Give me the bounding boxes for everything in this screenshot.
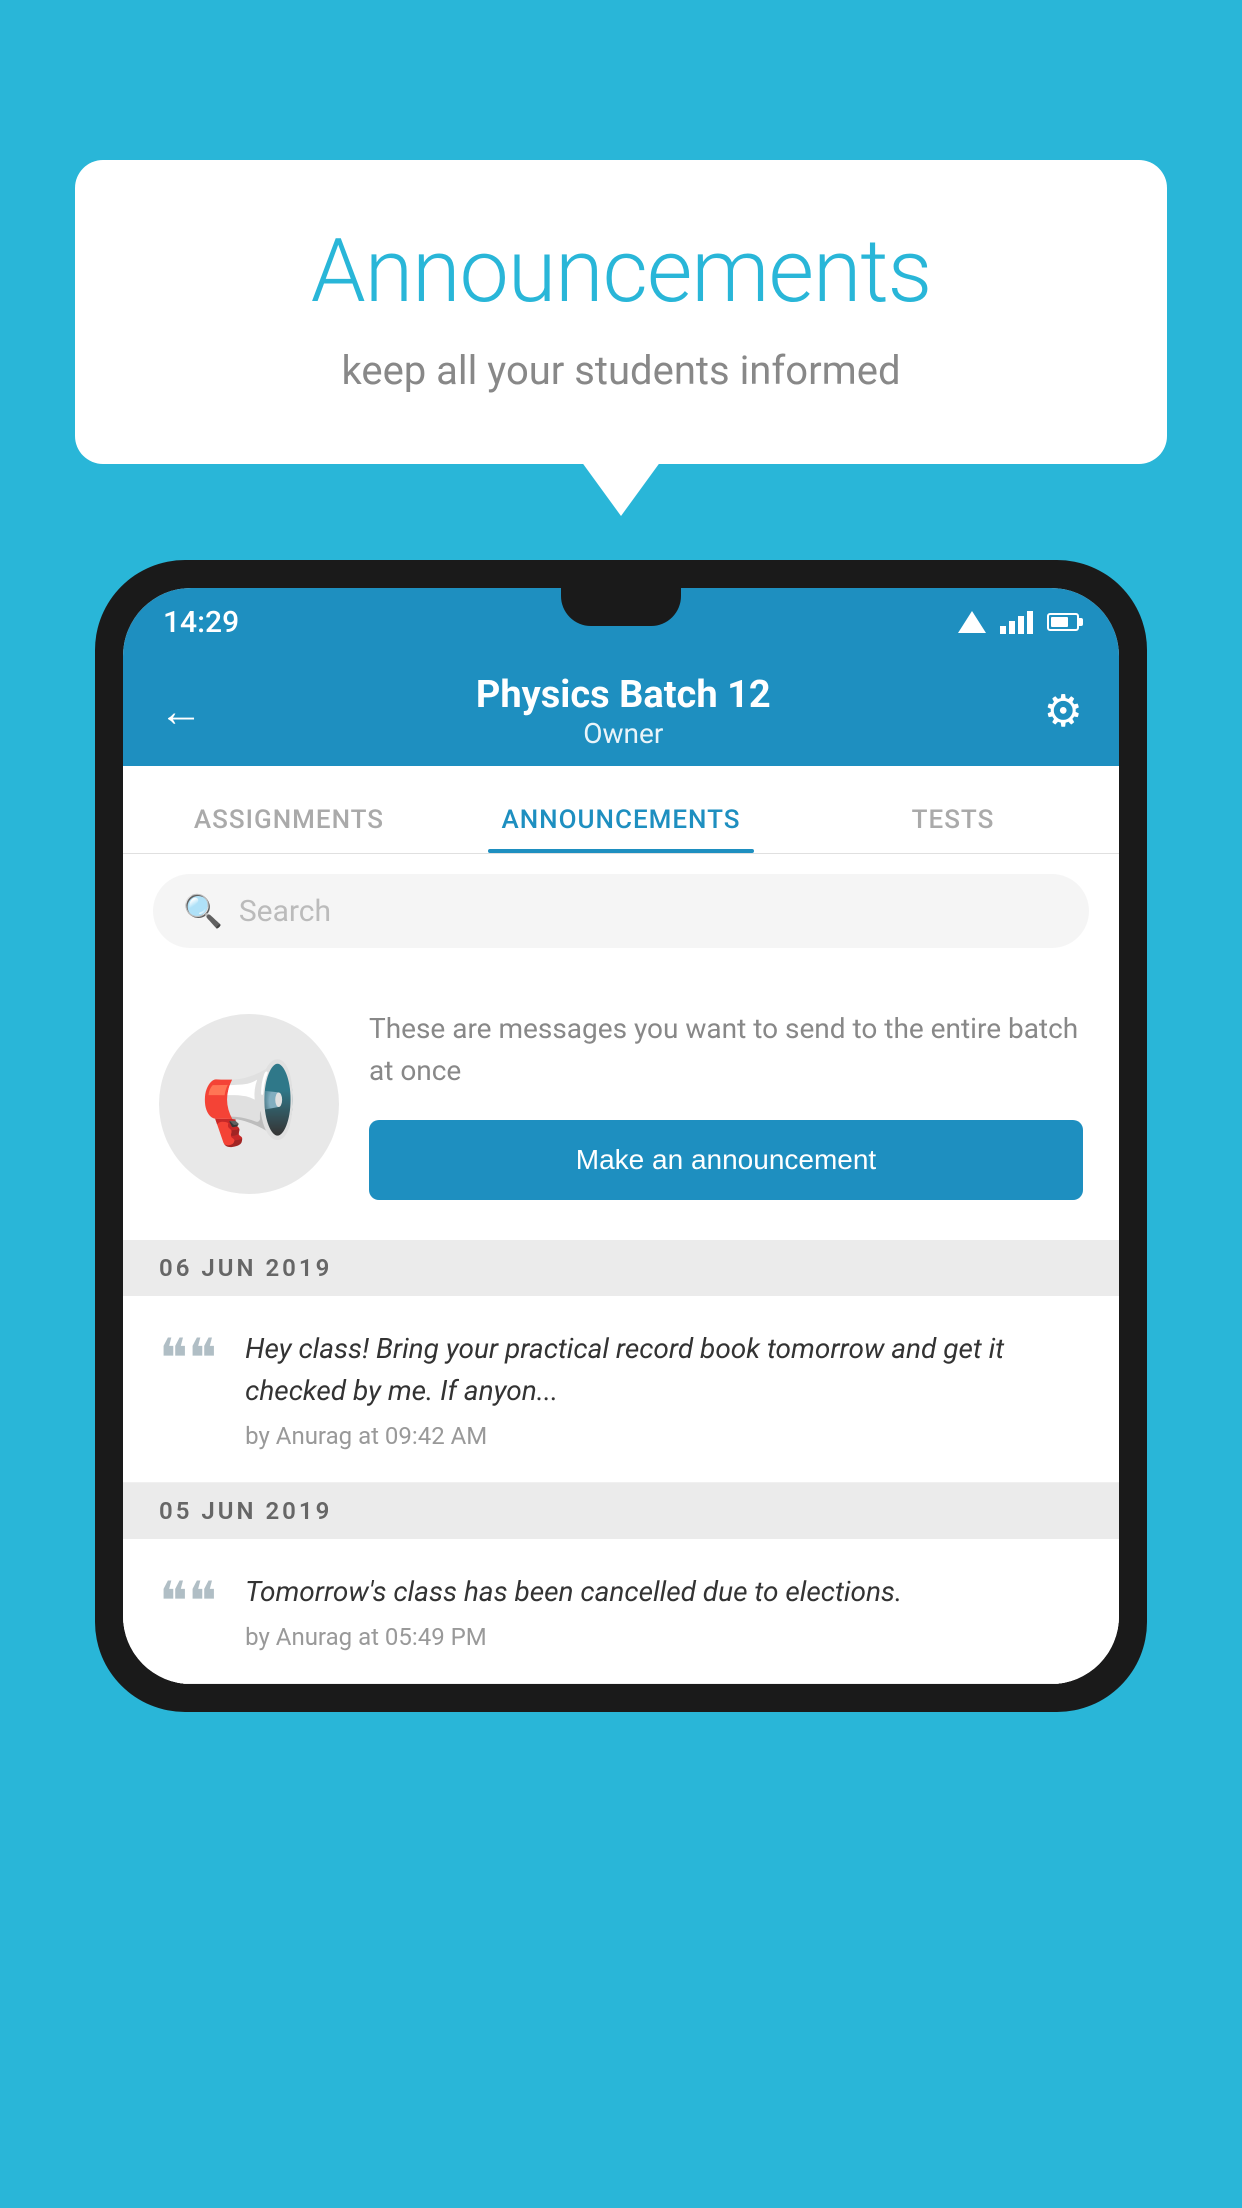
app-bar: ← Physics Batch 12 Owner ⚙ <box>123 656 1119 766</box>
date-divider-1: 06 JUN 2019 <box>123 1240 1119 1296</box>
date-divider-2: 05 JUN 2019 <box>123 1483 1119 1539</box>
bubble-subtitle: keep all your students informed <box>155 347 1087 394</box>
tab-assignments[interactable]: ASSIGNMENTS <box>123 805 455 853</box>
status-icons <box>958 611 1079 634</box>
tab-tests[interactable]: TESTS <box>787 805 1119 853</box>
announcement-meta-1: by Anurag at 09:42 AM <box>245 1422 1083 1450</box>
announcement-text-1: Hey class! Bring your practical record b… <box>245 1328 1083 1412</box>
search-icon: 🔍 <box>183 892 223 930</box>
megaphone-icon: 📢 <box>199 1057 299 1151</box>
tab-announcements[interactable]: ANNOUNCEMENTS <box>455 805 787 853</box>
content-area: 🔍 Search 📢 These are messages you want t… <box>123 854 1119 1684</box>
promo-icon-circle: 📢 <box>159 1014 339 1194</box>
phone-outer: 14:29 ← Physi <box>95 560 1147 1712</box>
announcement-promo: 📢 These are messages you want to send to… <box>123 968 1119 1240</box>
status-bar: 14:29 <box>123 588 1119 656</box>
announcement-item-2[interactable]: ❝❝ Tomorrow's class has been cancelled d… <box>123 1539 1119 1684</box>
quote-icon-1: ❝❝ <box>159 1332 217 1386</box>
bubble-title: Announcements <box>155 220 1087 323</box>
announcement-text-2: Tomorrow's class has been cancelled due … <box>245 1571 1083 1613</box>
announcement-content-1: Hey class! Bring your practical record b… <box>245 1328 1083 1450</box>
settings-icon[interactable]: ⚙ <box>1044 685 1083 737</box>
search-placeholder: Search <box>239 894 331 929</box>
phone-mockup: 14:29 ← Physi <box>95 560 1147 2208</box>
battery-icon <box>1047 613 1079 631</box>
app-bar-subtitle: Owner <box>203 717 1044 750</box>
status-time: 14:29 <box>163 605 239 640</box>
announcement-meta-2: by Anurag at 05:49 PM <box>245 1623 1083 1651</box>
tabs-bar: ASSIGNMENTS ANNOUNCEMENTS TESTS <box>123 766 1119 854</box>
promo-right: These are messages you want to send to t… <box>369 1008 1083 1200</box>
speech-bubble: Announcements keep all your students inf… <box>75 160 1167 464</box>
back-button[interactable]: ← <box>159 685 203 737</box>
phone-inner: 14:29 ← Physi <box>123 588 1119 1684</box>
search-box[interactable]: 🔍 Search <box>153 874 1089 948</box>
announcement-content-2: Tomorrow's class has been cancelled due … <box>245 1571 1083 1651</box>
search-container: 🔍 Search <box>123 854 1119 968</box>
app-bar-title: Physics Batch 12 <box>203 673 1044 717</box>
promo-description: These are messages you want to send to t… <box>369 1008 1083 1092</box>
quote-icon-2: ❝❝ <box>159 1575 217 1629</box>
signal-icon <box>1000 611 1033 634</box>
speech-bubble-container: Announcements keep all your students inf… <box>75 160 1167 464</box>
wifi-icon <box>958 611 986 633</box>
announcement-item-1[interactable]: ❝❝ Hey class! Bring your practical recor… <box>123 1296 1119 1483</box>
app-bar-center: Physics Batch 12 Owner <box>203 673 1044 750</box>
notch <box>561 588 681 626</box>
make-announcement-button[interactable]: Make an announcement <box>369 1120 1083 1200</box>
